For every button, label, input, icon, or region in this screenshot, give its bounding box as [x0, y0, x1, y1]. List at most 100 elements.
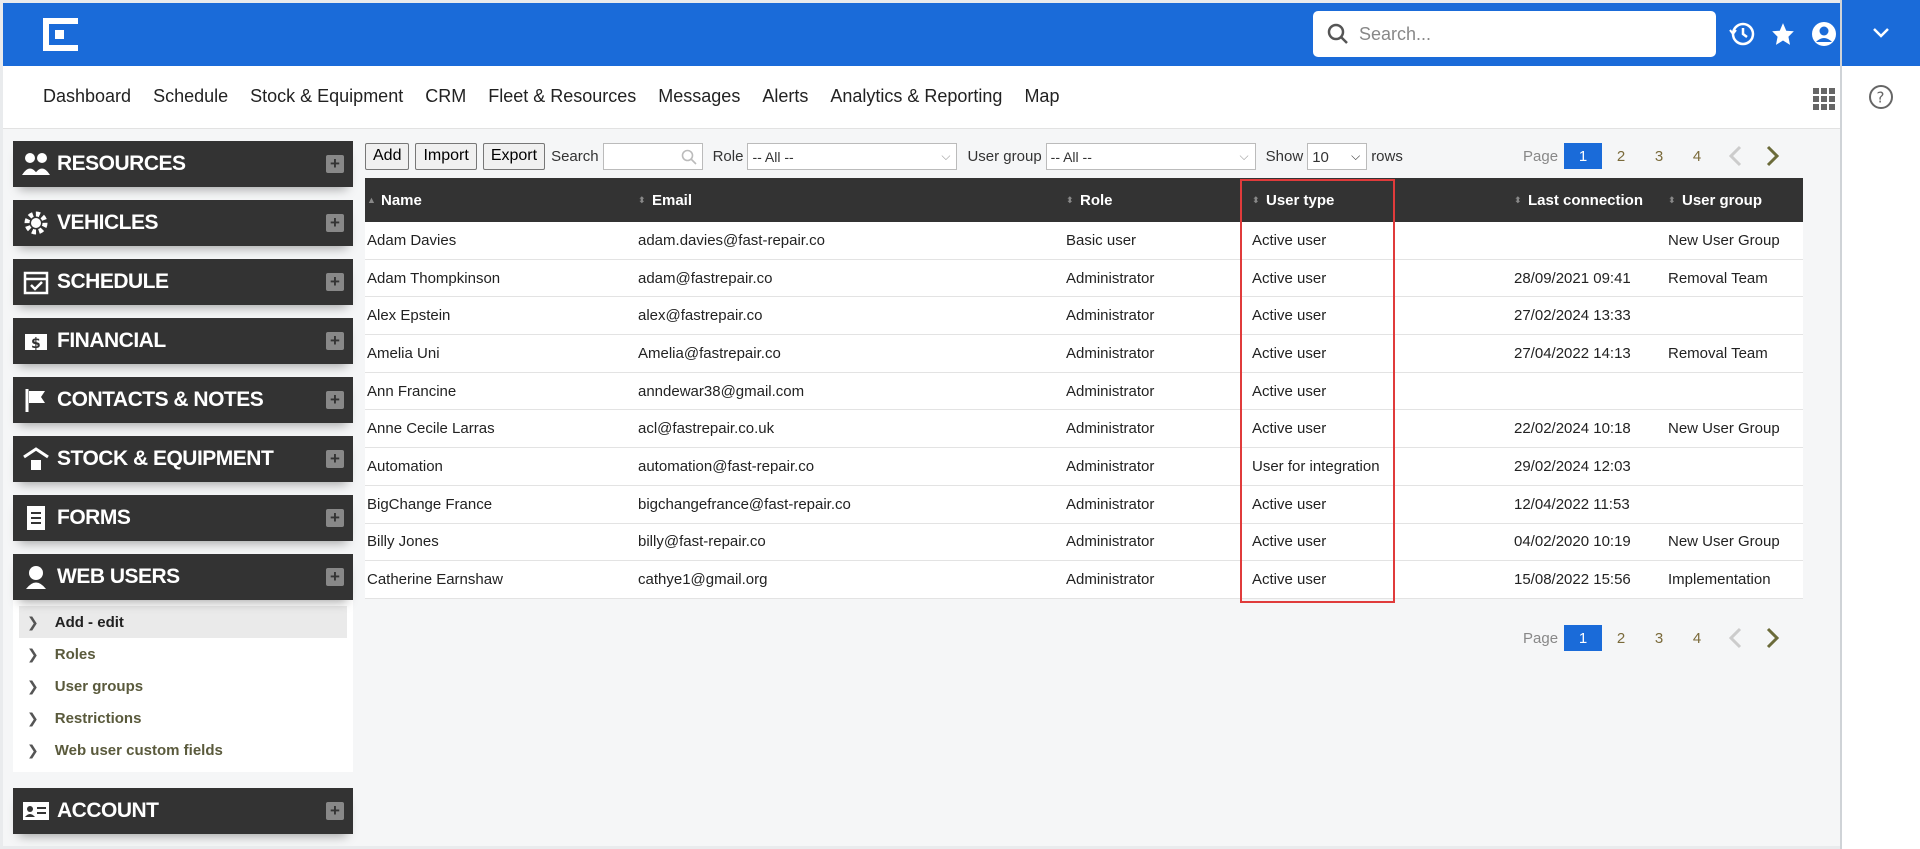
- expand-icon[interactable]: +: [326, 273, 344, 291]
- expand-icon[interactable]: +: [326, 568, 344, 586]
- apps-grid-icon[interactable]: [1813, 88, 1835, 110]
- page-3-button[interactable]: 3: [1640, 625, 1678, 651]
- gear-icon: [21, 208, 51, 238]
- chevron-right-icon: ❯: [27, 613, 39, 630]
- expand-icon[interactable]: +: [326, 332, 344, 350]
- export-button[interactable]: Export: [482, 142, 546, 170]
- sidebar-section-schedule[interactable]: SCHEDULE +: [13, 259, 353, 305]
- column-header-role[interactable]: ⬍ Role: [1066, 192, 1252, 209]
- table-cell-role: Basic user: [1066, 231, 1137, 249]
- menu-alerts[interactable]: Alerts: [762, 86, 808, 107]
- page-1-button[interactable]: 1: [1564, 625, 1603, 651]
- chevron-right-icon[interactable]: [1754, 625, 1792, 651]
- table-cell-email: adam@fastrepair.co: [638, 269, 773, 287]
- column-header-user-type[interactable]: ⬍ User type: [1252, 192, 1514, 209]
- pagination-top: Page 1 2 3 4: [1523, 143, 1792, 169]
- column-header-email[interactable]: ⬍ Email: [638, 192, 1066, 209]
- column-header-name[interactable]: ▲ Name: [365, 192, 638, 209]
- account-icon[interactable]: [1810, 20, 1838, 48]
- table-cell-user-type: Active user: [1252, 344, 1327, 362]
- table-search-input[interactable]: [602, 142, 703, 170]
- menu-stock-equipment[interactable]: Stock & Equipment: [250, 86, 403, 107]
- expand-icon[interactable]: +: [326, 509, 344, 527]
- page-2-button[interactable]: 2: [1602, 625, 1640, 651]
- chevron-left-icon[interactable]: [1716, 143, 1754, 169]
- table-cell-user-group: Implementation: [1668, 571, 1771, 589]
- sidebar: RESOURCES + VEHICLES + SCHEDULE + $ FINA…: [13, 141, 353, 846]
- sidebar-section-web-users[interactable]: WEB USERS +: [13, 554, 353, 600]
- menu-dashboard[interactable]: Dashboard: [43, 86, 131, 107]
- page-4-button[interactable]: 4: [1678, 143, 1716, 169]
- table-row[interactable]: Amelia Uni Amelia@fastrepair.co Administra…: [365, 335, 1803, 373]
- sidebar-section-contacts-notes[interactable]: CONTACTS & NOTES +: [13, 377, 353, 423]
- menu-crm[interactable]: CRM: [425, 86, 466, 107]
- sidebar-section-vehicles[interactable]: VEHICLES +: [13, 200, 353, 246]
- column-header-user-group[interactable]: ⬍ User group: [1668, 192, 1803, 209]
- search-input[interactable]: [1359, 23, 1689, 45]
- expand-icon[interactable]: +: [326, 450, 344, 468]
- table-row[interactable]: Catherine Earnshaw cathye1@gmail.org Admin…: [365, 561, 1803, 599]
- expand-icon[interactable]: +: [326, 802, 344, 820]
- table-row[interactable]: BigChange France bigchangefrance@fast-rep…: [365, 485, 1803, 524]
- table-row[interactable]: Adam Thompkinson adam@fastrepair.co Admini…: [365, 259, 1803, 298]
- submenu-add-edit[interactable]: ❯ Add - edit: [19, 606, 347, 638]
- star-icon[interactable]: [1770, 21, 1796, 47]
- expand-icon[interactable]: +: [326, 155, 344, 173]
- sidebar-section-label: FINANCIAL: [57, 329, 166, 352]
- role-select[interactable]: -- All -- ⌵: [747, 142, 958, 170]
- table-body: Adam Davies adam.davies@fast-repair.co Bas…: [365, 222, 1803, 599]
- menu-schedule[interactable]: Schedule: [153, 86, 228, 107]
- sidebar-section-stock-equipment[interactable]: STOCK & EQUIPMENT +: [13, 436, 353, 482]
- rail-toggle[interactable]: [1842, 0, 1920, 66]
- sort-icon: ⬍: [1066, 194, 1074, 205]
- submenu-restrictions[interactable]: ❯ Restrictions: [19, 702, 347, 734]
- table-cell-last-connection: 04/02/2020 10:19: [1514, 533, 1631, 551]
- page-3-button[interactable]: 3: [1640, 143, 1678, 169]
- sidebar-section-label: SCHEDULE: [57, 270, 169, 293]
- global-search[interactable]: [1313, 11, 1716, 57]
- right-rail: ?: [1840, 0, 1920, 849]
- sidebar-section-forms[interactable]: FORMS +: [13, 495, 353, 541]
- user-group-select[interactable]: -- All -- ⌵: [1045, 142, 1256, 170]
- sidebar-section-account[interactable]: ACCOUNT +: [13, 788, 353, 834]
- menu-messages[interactable]: Messages: [658, 86, 740, 107]
- table-row[interactable]: Automation automation@fast-repair.co Admin…: [365, 448, 1803, 486]
- id-card-icon: [21, 796, 51, 826]
- table-row[interactable]: Ann Francine anndewar38@gmail.com Administ…: [365, 372, 1803, 411]
- table-cell-role: Administrator: [1066, 495, 1155, 513]
- chevron-left-icon[interactable]: [1716, 625, 1754, 651]
- table-row[interactable]: Billy Jones billy@fast-repair.co Administr…: [365, 523, 1803, 562]
- search-label: Search: [551, 147, 599, 165]
- sidebar-section-label: STOCK & EQUIPMENT: [57, 447, 274, 470]
- table-row[interactable]: Alex Epstein alex@fastrepair.co Administra…: [365, 297, 1803, 336]
- expand-icon[interactable]: +: [326, 214, 344, 232]
- submenu-roles[interactable]: ❯ Roles: [19, 638, 347, 670]
- table-cell-name: BigChange France: [367, 495, 493, 513]
- help-button[interactable]: ?: [1842, 84, 1920, 110]
- sort-icon: ▲: [367, 194, 376, 205]
- sidebar-section-resources[interactable]: RESOURCES +: [13, 141, 353, 187]
- submenu-user-groups[interactable]: ❯ User groups: [19, 670, 347, 702]
- add-button[interactable]: Add: [365, 142, 410, 170]
- menu-analytics-reporting[interactable]: Analytics & Reporting: [830, 86, 1002, 107]
- table-cell-user-type: Active user: [1252, 269, 1327, 287]
- import-button[interactable]: Import: [415, 142, 477, 170]
- menu-map[interactable]: Map: [1024, 86, 1059, 107]
- history-icon[interactable]: [1728, 20, 1756, 48]
- page-4-button[interactable]: 4: [1678, 625, 1716, 651]
- table-toolbar: Add Import Export Search Role -- All -- ⌵…: [365, 141, 1407, 171]
- app-logo-icon[interactable]: [43, 18, 78, 51]
- rows-select[interactable]: 10 ⌵: [1307, 142, 1368, 170]
- page-2-button[interactable]: 2: [1602, 143, 1640, 169]
- menu-fleet-resources[interactable]: Fleet & Resources: [488, 86, 636, 107]
- column-header-last-connection[interactable]: ⬍ Last connection: [1514, 192, 1668, 209]
- sidebar-section-financial[interactable]: $ FINANCIAL +: [13, 318, 353, 364]
- table-row[interactable]: Anne Cecile Larras acl@fastrepair.co.uk Ad…: [365, 410, 1803, 449]
- expand-icon[interactable]: +: [326, 391, 344, 409]
- role-label: Role: [712, 147, 744, 165]
- submenu-custom-fields[interactable]: ❯ Web user custom fields: [19, 734, 347, 766]
- table-row[interactable]: Adam Davies adam.davies@fast-repair.co Bas…: [365, 222, 1803, 260]
- table-cell-user-group: New User Group: [1668, 533, 1780, 551]
- chevron-right-icon[interactable]: [1754, 143, 1792, 169]
- page-1-button[interactable]: 1: [1564, 143, 1603, 169]
